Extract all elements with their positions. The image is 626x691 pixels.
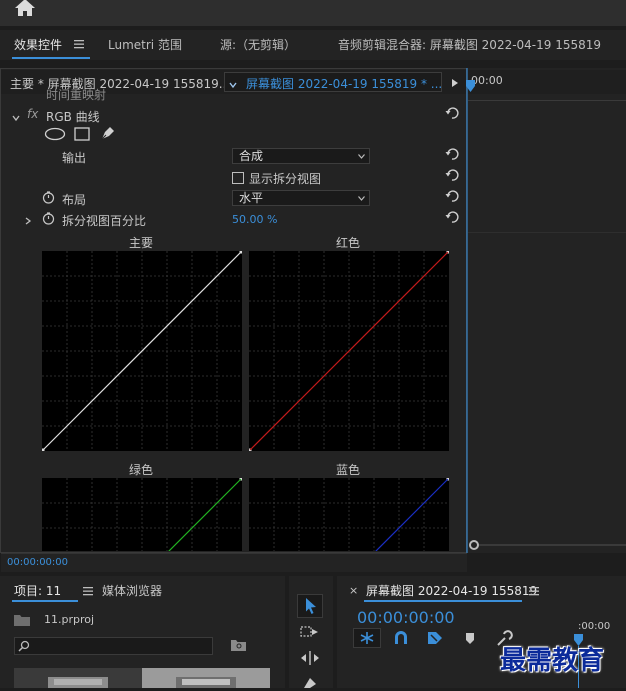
- output-dropdown[interactable]: 合成: [232, 148, 370, 164]
- sequence-timecode[interactable]: 00:00:00:00: [357, 608, 455, 627]
- split-pct-label: 拆分视图百分比: [62, 214, 147, 228]
- sequence-ruler-time: :00:00: [578, 621, 611, 632]
- play-arrow-icon[interactable]: [451, 77, 459, 87]
- green-curve-graph[interactable]: [42, 478, 242, 551]
- output-label: 输出: [62, 151, 87, 165]
- linked-selection-icon[interactable]: [426, 630, 444, 646]
- sequence-clip-label[interactable]: 屏幕截图 2022-04-19 155819 * ...: [246, 75, 442, 92]
- hamburger-menu-icon[interactable]: [529, 585, 539, 596]
- red-curve-graph[interactable]: [248, 250, 450, 452]
- tab-project[interactable]: 项目: 11: [14, 582, 61, 599]
- snap-magnet-icon[interactable]: [392, 630, 410, 646]
- stopwatch-icon[interactable]: [42, 191, 55, 204]
- reset-icon[interactable]: [445, 147, 459, 161]
- red-curve-label: 红色: [336, 236, 361, 250]
- stopwatch-icon[interactable]: [42, 212, 55, 225]
- nest-toggle-button[interactable]: [353, 628, 381, 648]
- track-select-tool-icon[interactable]: [300, 624, 320, 640]
- reset-icon[interactable]: [445, 106, 459, 120]
- tab-source[interactable]: 源:（无剪辑）: [220, 36, 296, 53]
- master-clip-label[interactable]: 主要 * 屏幕截图 2022-04-19 155819...: [10, 75, 230, 92]
- tab-lumetri-scopes[interactable]: Lumetri 范围: [108, 36, 182, 53]
- timeline-divider-2: [468, 232, 626, 233]
- tab-media-browser[interactable]: 媒体浏览器: [102, 582, 162, 599]
- reset-icon[interactable]: [445, 189, 459, 203]
- reset-icon[interactable]: [445, 210, 459, 224]
- panel-timecode[interactable]: 00:00:00:00: [7, 557, 68, 568]
- ripple-edit-tool-icon[interactable]: [300, 650, 320, 666]
- chevron-right-icon[interactable]: [24, 214, 32, 225]
- new-search-bin-icon[interactable]: [231, 639, 246, 651]
- thumbnail-item[interactable]: [142, 668, 270, 688]
- chevron-down-icon: [358, 196, 365, 201]
- project-file-name: 11.prproj: [44, 613, 95, 626]
- home-icon[interactable]: [14, 0, 36, 18]
- red-curve-box[interactable]: [248, 250, 450, 452]
- prev-effect-row: 时间重映射: [46, 88, 107, 102]
- rectangle-mask-icon[interactable]: [74, 127, 90, 141]
- reset-icon[interactable]: [445, 168, 459, 182]
- layout-label: 布局: [62, 193, 87, 207]
- blue-curve-graph[interactable]: [249, 478, 449, 551]
- split-view-checkbox[interactable]: [232, 172, 244, 184]
- ellipse-mask-icon[interactable]: [44, 127, 66, 141]
- layout-dropdown[interactable]: 水平: [232, 190, 370, 206]
- active-tab-underline: [12, 600, 78, 602]
- selection-tool-button[interactable]: [297, 594, 323, 618]
- chevron-down-icon[interactable]: [229, 78, 237, 89]
- chevron-down-icon: [358, 154, 365, 159]
- timeline-time-label: 00:00: [471, 74, 503, 87]
- search-icon: [18, 640, 30, 652]
- master-curve-box[interactable]: [41, 250, 243, 452]
- close-icon[interactable]: ×: [349, 584, 358, 597]
- active-tab-underline: [364, 600, 522, 602]
- panel-splitter[interactable]: [466, 68, 468, 553]
- layout-value: 水平: [239, 191, 264, 205]
- pen-mask-icon[interactable]: [100, 125, 116, 141]
- blue-curve-box[interactable]: [249, 478, 449, 551]
- top-bar: [0, 0, 626, 26]
- output-value: 合成: [239, 149, 264, 163]
- master-curve-graph[interactable]: [41, 250, 243, 452]
- fx-badge[interactable]: fx: [27, 107, 38, 121]
- effect-name: RGB 曲线: [46, 110, 100, 124]
- tab-effect-controls[interactable]: 效果控件: [14, 36, 62, 53]
- marker-icon[interactable]: [464, 632, 476, 646]
- effect-timeline-area[interactable]: [467, 68, 626, 553]
- panel-footer: [1, 553, 467, 572]
- split-view-label: 显示拆分视图: [249, 172, 322, 186]
- chevron-down-icon[interactable]: [12, 111, 20, 122]
- watermark-logo: 最需教育: [500, 646, 605, 676]
- split-pct-value[interactable]: 50.00 %: [232, 213, 277, 226]
- tab-audio-mixer[interactable]: 音频剪辑混合器: 屏幕截图 2022-04-19 155819: [338, 36, 601, 53]
- timeline-divider: [468, 100, 626, 101]
- razor-tool-icon[interactable]: [300, 674, 320, 688]
- thumbnail-item[interactable]: [14, 668, 142, 688]
- hamburger-menu-icon[interactable]: [83, 585, 93, 596]
- zoom-handle[interactable]: [469, 540, 479, 550]
- green-curve-box[interactable]: [42, 478, 242, 551]
- green-curve-label: 绿色: [129, 463, 154, 477]
- sequence-title[interactable]: 屏幕截图 2022-04-19 155819: [366, 582, 537, 599]
- master-curve-label: 主要: [129, 236, 154, 250]
- folder-icon: [14, 614, 30, 626]
- active-tab-underline: [12, 57, 90, 59]
- zoom-track[interactable]: [479, 544, 626, 546]
- hamburger-menu-icon[interactable]: [74, 38, 84, 49]
- project-search-input[interactable]: [14, 637, 213, 655]
- blue-curve-label: 蓝色: [336, 463, 361, 477]
